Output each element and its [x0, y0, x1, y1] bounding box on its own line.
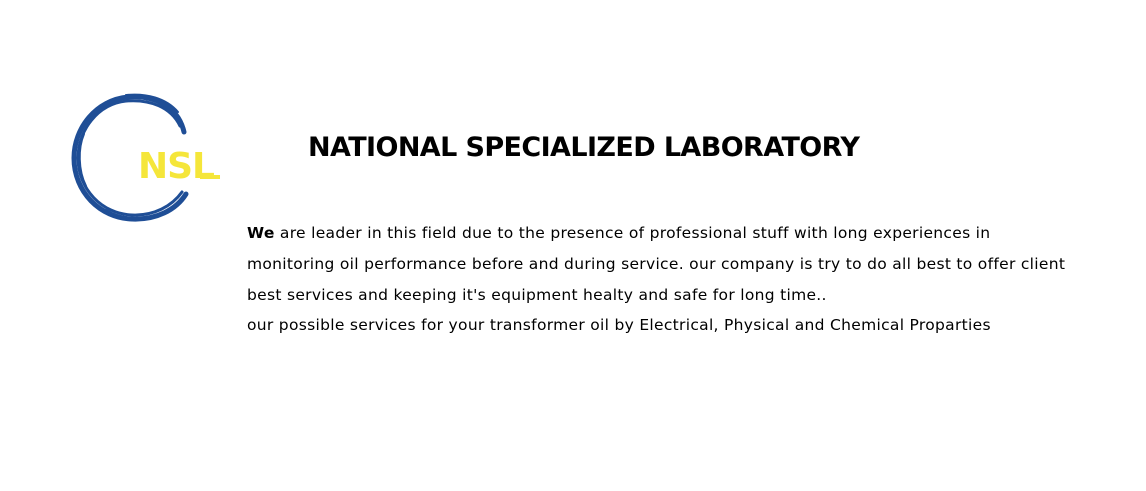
description-line-1: We are leader in this field due to the p… [247, 218, 1127, 249]
description-line-4: our possible services for your transform… [247, 316, 991, 334]
description-line-2: monitoring oil performance before and du… [247, 255, 1066, 273]
page-title: NATIONAL SPECIALIZED LABORATORY [308, 132, 860, 163]
description-line-3: best services and keeping it's equipment… [247, 286, 827, 304]
logo-underline [200, 175, 220, 179]
nsl-logo-mark: NSL [71, 93, 220, 222]
logo-text: NSL [138, 146, 214, 187]
nsl-logo: NSL [66, 90, 226, 226]
description-lead-word: We [247, 224, 275, 242]
description-line-1-text: are leader in this field due to the pres… [274, 224, 991, 242]
company-description: We are leader in this field due to the p… [247, 218, 1127, 339]
